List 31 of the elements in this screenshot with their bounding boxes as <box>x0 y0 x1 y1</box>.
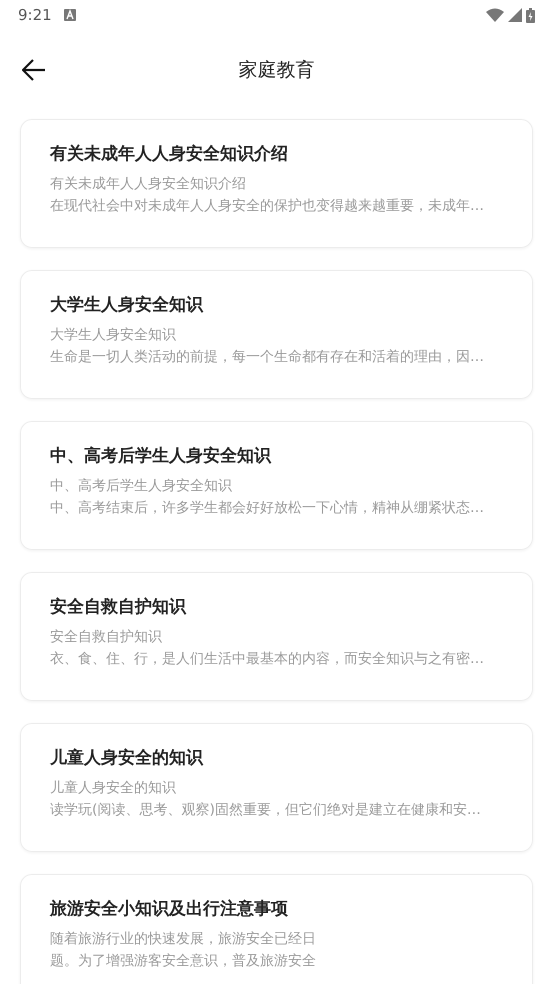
article-title: 大学生人身安全知识 <box>50 294 204 316</box>
article-excerpt: 在现代社会中对未成年人人身安全的保护也变得越来越重要，未成年… <box>50 197 485 216</box>
article-subtitle: 大学生人身安全知识 <box>50 326 177 345</box>
article-subtitle: 有关未成年人人身安全知识介绍 <box>50 175 247 194</box>
article-card[interactable]: 旅游安全小知识及出行注意事项 随着旅游行业的快速发展，旅游安全已经日 题。为了增强游客安全意识，普及旅游安全 <box>20 874 533 984</box>
article-subtitle: 安全自救自护知识 <box>50 628 163 647</box>
article-excerpt: 生命是一切人类活动的前提，每一个生命都有存在和活着的理由，因… <box>50 348 485 367</box>
article-card[interactable]: 大学生人身安全知识 大学生人身安全知识 生命是一切人类活动的前提，每一个生命都有存在和活着的理由，因… <box>20 270 533 399</box>
page-title: 家庭教育 <box>238 58 314 83</box>
signal-icon <box>508 8 522 22</box>
article-excerpt: 中、高考结束后，许多学生都会好好放松一下心情，精神从绷紧状态… <box>50 499 485 518</box>
keyboard-notification-icon <box>64 9 76 21</box>
article-excerpt: 读学玩(阅读、思考、观察)固然重要，但它们绝对是建立在健康和安… <box>50 801 482 820</box>
wifi-icon <box>486 8 504 22</box>
article-title: 儿童人身安全的知识 <box>50 747 204 769</box>
article-title: 旅游安全小知识及出行注意事项 <box>50 898 289 920</box>
article-title: 安全自救自护知识 <box>50 596 188 618</box>
article-subtitle: 儿童人身安全的知识 <box>50 779 177 798</box>
battery-icon <box>526 8 535 22</box>
article-card[interactable]: 安全自救自护知识 安全自救自护知识 衣、食、住、行，是人们生活中最基本的内容，而安全知识与之有密… <box>20 572 533 701</box>
back-arrow-icon <box>22 59 46 81</box>
status-time: 9:21 <box>18 6 52 24</box>
article-excerpt: 衣、食、住、行，是人们生活中最基本的内容，而安全知识与之有密… <box>50 650 485 669</box>
article-subtitle: 中、高考后学生人身安全知识 <box>50 477 233 496</box>
article-card[interactable]: 中、高考后学生人身安全知识 中、高考后学生人身安全知识 中、高考结束后，许多学生都会好好放松一下心情，精神从绷紧状态… <box>20 421 533 550</box>
article-card[interactable]: 儿童人身安全的知识 儿童人身安全的知识 读学玩(阅读、思考、观察)固然重要，但它们绝对是建立在健康和安… <box>20 723 533 852</box>
article-title: 中、高考后学生人身安全知识 <box>50 445 272 467</box>
article-excerpt: 题。为了增强游客安全意识，普及旅游安全 <box>50 952 317 971</box>
article-excerpt: 随着旅游行业的快速发展，旅游安全已经日 <box>50 930 317 949</box>
article-card[interactable]: 有关未成年人人身安全知识介绍 有关未成年人人身安全知识介绍 在现代社会中对未成年人人身安全的保护也变得越来越重要，未成年… <box>20 119 533 248</box>
article-title: 有关未成年人人身安全知识介绍 <box>50 143 289 165</box>
